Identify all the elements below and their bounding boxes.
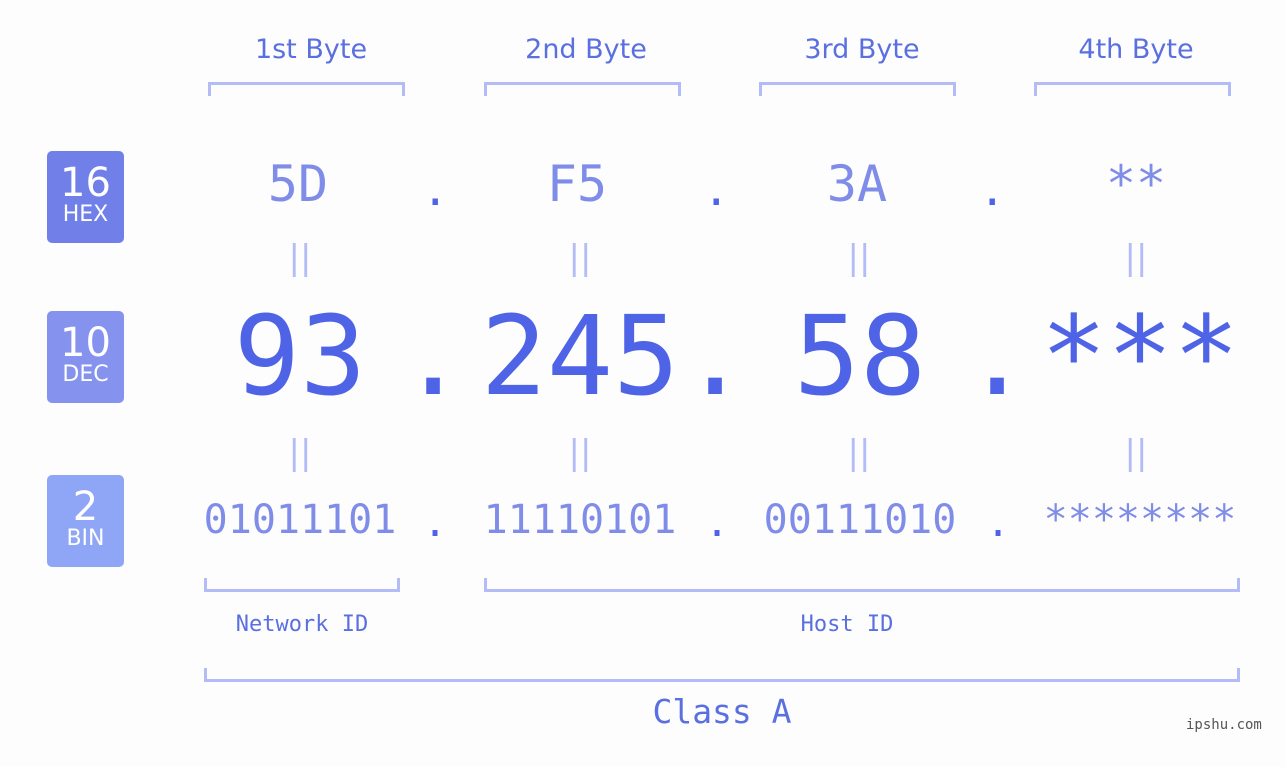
byte-bracket-1 <box>208 82 405 96</box>
equals-sign: || <box>847 433 871 473</box>
hex-byte-1: 5D <box>267 155 329 213</box>
bin-byte-3: 00111010 <box>763 497 957 543</box>
bin-separator-2: . <box>705 500 730 546</box>
byte-bracket-4 <box>1034 82 1231 96</box>
network-id-label: Network ID <box>235 612 369 637</box>
dec-byte-4: *** <box>1040 292 1240 420</box>
byte-header-4: 4th Byte <box>1078 34 1194 65</box>
hex-separator-1: . <box>422 165 449 216</box>
equals-sign: || <box>1124 433 1148 473</box>
dec-badge: 10 DEC <box>47 311 124 403</box>
byte-header-1: 1st Byte <box>254 34 368 65</box>
network-id-bracket <box>204 578 400 592</box>
byte-header-3: 3rd Byte <box>804 34 920 65</box>
host-id-label: Host ID <box>800 612 894 637</box>
equals-sign: || <box>288 433 312 473</box>
hex-byte-2: F5 <box>546 155 608 213</box>
hex-base-label: HEX <box>62 202 109 227</box>
host-id-bracket <box>484 578 1240 592</box>
equals-sign: || <box>568 433 592 473</box>
dec-separator-2: . <box>682 292 749 420</box>
bin-base-label: BIN <box>66 526 105 551</box>
watermark: ipshu.com <box>1186 717 1262 733</box>
bin-separator-1: . <box>423 500 448 546</box>
byte-header-2: 2nd Byte <box>525 34 647 65</box>
dec-separator-1: . <box>400 292 467 420</box>
equals-sign: || <box>1124 238 1148 278</box>
hex-base-number: 16 <box>60 160 111 206</box>
dec-byte-3: 58 <box>793 292 927 420</box>
dec-base-label: DEC <box>62 362 109 387</box>
class-label: Class A <box>652 692 792 731</box>
hex-badge: 16 HEX <box>47 151 124 243</box>
equals-sign: || <box>288 238 312 278</box>
hex-byte-4: ** <box>1105 155 1167 213</box>
bin-byte-1: 01011101 <box>203 497 397 543</box>
equals-sign: || <box>847 238 871 278</box>
equals-sign: || <box>568 238 592 278</box>
dec-base-number: 10 <box>60 320 111 366</box>
dec-byte-1: 93 <box>233 292 367 420</box>
hex-byte-3: 3A <box>826 155 888 213</box>
dec-byte-2: 245 <box>480 292 680 420</box>
dec-separator-3: . <box>964 292 1031 420</box>
bin-separator-3: . <box>986 500 1011 546</box>
byte-bracket-2 <box>484 82 681 96</box>
hex-separator-3: . <box>979 165 1006 216</box>
bin-byte-2: 11110101 <box>483 497 677 543</box>
bin-badge: 2 BIN <box>47 475 124 567</box>
hex-separator-2: . <box>703 165 730 216</box>
byte-bracket-3 <box>759 82 956 96</box>
bin-base-number: 2 <box>72 484 99 530</box>
class-bracket <box>204 668 1240 682</box>
bin-byte-4: ******** <box>1043 497 1237 543</box>
